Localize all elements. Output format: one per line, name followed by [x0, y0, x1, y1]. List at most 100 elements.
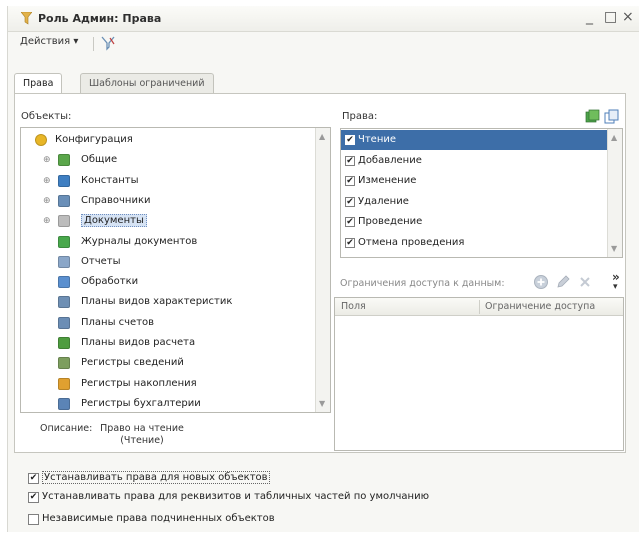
tree-item[interactable]: ⊕ Общие [21, 150, 317, 170]
rights-list[interactable]: ✔ Чтение ✔ Добавление ✔ Изменение ✔ Удаление ✔ Пр… [340, 128, 623, 258]
option-label: Независимые права подчиненных объектов [42, 513, 275, 524]
objects-tree-scrollbar[interactable]: ▲ ▼ [315, 128, 330, 412]
actions-menu-button[interactable]: Действия ▾ [20, 36, 78, 47]
rights-item[interactable]: ✔Удаление [341, 253, 609, 258]
description-value: Право на чтение (Чтение) [100, 423, 184, 446]
rights-item[interactable]: ✔ Чтение [341, 130, 609, 150]
right-checkbox[interactable]: ✔ [345, 155, 355, 166]
tree-item-label: Регистры накопления [81, 377, 197, 389]
tree-item-label: Регистры бухгалтерии [81, 397, 201, 409]
refresh-icon[interactable] [585, 109, 600, 124]
expand-icon[interactable]: ⊕ [43, 216, 51, 226]
rights-item[interactable]: ✔ Изменение [341, 171, 609, 191]
toolbar: Действия ▾ [8, 33, 639, 55]
scroll-down-icon[interactable]: ▼ [319, 399, 325, 408]
tree-item[interactable]: Планы видов расчета [21, 333, 317, 353]
funnel-role-icon [21, 12, 32, 25]
scroll-up-icon[interactable]: ▲ [611, 133, 617, 142]
delete-icon[interactable] [577, 274, 593, 290]
information-registers-icon [58, 357, 70, 370]
window-title: Роль Админ: Права [38, 12, 162, 25]
title-bar: Роль Админ: Права _ □ × [8, 6, 639, 32]
tree-item-label: Обработки [81, 276, 139, 288]
tree-item-label: Справочники [81, 194, 151, 206]
edit-icon[interactable] [555, 274, 571, 290]
tree-item[interactable]: Конфигурация [21, 130, 317, 150]
reports-icon [58, 255, 70, 268]
maximize-button[interactable]: □ [604, 9, 617, 25]
tree-item[interactable]: Отчеты [21, 252, 317, 272]
rights-item-label: Проведение [358, 216, 423, 227]
restrictions-table-header: Поля Ограничение доступа [335, 298, 623, 316]
tree-item[interactable]: Регистры бухгалтерии [21, 394, 317, 412]
accounting-registers-icon [58, 397, 70, 410]
tree-item[interactable]: ⊕ Константы [21, 171, 317, 191]
expand-icon[interactable]: ⊕ [43, 196, 51, 206]
option-checkbox[interactable] [28, 514, 39, 525]
filter-icon[interactable] [101, 35, 115, 51]
chart-of-accounts-icon [58, 316, 70, 329]
configuration-icon [35, 134, 47, 146]
tree-item[interactable]: Журналы документов [21, 232, 317, 252]
rights-item-label: Добавление [358, 154, 422, 166]
rights-item-label: Чтение [358, 134, 397, 145]
chevron-down-icon: ▾ [73, 36, 79, 47]
option-checkbox[interactable]: ✔ [28, 492, 39, 503]
expand-icon[interactable]: ⊕ [43, 155, 51, 165]
tab-restriction-templates[interactable]: Шаблоны ограничений [80, 73, 214, 93]
tree-item-label: Константы [81, 174, 139, 186]
chart-of-characteristic-types-icon [58, 296, 70, 309]
tree-item-label: Общие [81, 154, 118, 166]
description-label: Описание: [40, 423, 93, 434]
minimize-button[interactable]: _ [586, 9, 593, 25]
actions-label: Действия [20, 36, 71, 47]
tree-item-label: Планы видов расчета [81, 337, 196, 348]
rights-item[interactable]: ✔Удаление [341, 192, 609, 212]
column-divider [479, 300, 480, 314]
document-journals-icon [58, 235, 70, 248]
right-checkbox[interactable]: ✔ [345, 135, 355, 145]
tree-item[interactable]: Обработки [21, 272, 317, 292]
tree-item[interactable]: ⊕ Документы [21, 211, 317, 231]
tree-item-label: Планы видов характеристик [81, 296, 233, 308]
column-header-access-restriction[interactable]: Ограничение доступа [485, 301, 595, 312]
column-header-fields[interactable]: Поля [341, 301, 366, 312]
rights-item[interactable]: ✔ Проведение [341, 212, 609, 232]
restrictions-table[interactable]: Поля Ограничение доступа [334, 297, 624, 451]
rights-item[interactable]: ✔ Отмена проведения [341, 233, 609, 253]
chart-of-calculation-types-icon [58, 337, 70, 349]
expand-icon[interactable]: ⊕ [43, 176, 51, 186]
scroll-down-icon[interactable]: ▼ [611, 244, 617, 253]
objects-label: Объекты: [21, 111, 72, 122]
option-checkbox[interactable]: ✔ [28, 473, 39, 484]
rights-list-scrollbar[interactable]: ▲ ▼ [607, 129, 622, 257]
rights-label: Права: [342, 111, 378, 122]
tree-item[interactable]: ⊕ Справочники [21, 191, 317, 211]
tree-item[interactable]: Планы видов характеристик [21, 292, 317, 312]
right-checkbox[interactable]: ✔ [345, 196, 355, 207]
common-icon [58, 154, 70, 167]
option-label: Устанавливать права для реквизитов и таб… [42, 491, 430, 502]
copy-icon[interactable] [604, 109, 619, 124]
tree-item-label: Документы [81, 214, 147, 228]
objects-tree[interactable]: Конфигурация ⊕ Общие ⊕ Константы ⊕ Справочники… [20, 127, 331, 413]
scroll-up-icon[interactable]: ▲ [319, 132, 325, 141]
rights-item[interactable]: ✔ Добавление [341, 151, 609, 171]
tree-item[interactable]: Планы счетов [21, 313, 317, 333]
add-icon[interactable] [533, 274, 549, 290]
tree-item-label: Планы счетов [81, 316, 155, 328]
toolbar-divider [93, 37, 94, 51]
chevron-down-icon[interactable]: ▾ [613, 282, 618, 292]
close-button[interactable]: × [622, 9, 634, 25]
catalogs-icon [58, 194, 70, 207]
tree-item[interactable]: Регистры накопления [21, 374, 317, 394]
rights-item-label: Удаление [358, 257, 409, 258]
right-checkbox[interactable]: ✔ [345, 217, 355, 227]
right-checkbox[interactable]: ✔ [345, 237, 355, 248]
data-processors-icon [58, 276, 70, 289]
tree-item-label: Конфигурация [55, 134, 133, 145]
tree-item[interactable]: Регистры сведений [21, 353, 317, 373]
restrictions-label: Ограничения доступа к данным: [340, 278, 505, 289]
tab-rights[interactable]: Права [14, 73, 63, 94]
right-checkbox[interactable]: ✔ [345, 176, 355, 186]
